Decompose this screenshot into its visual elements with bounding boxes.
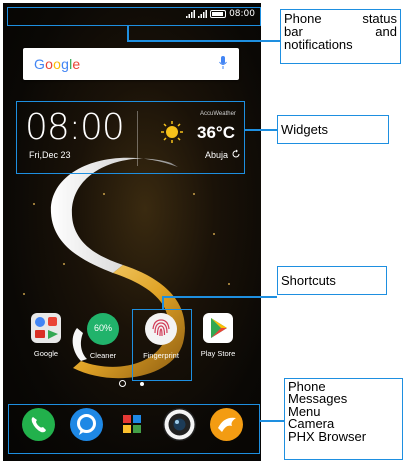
callout-text: notifications bbox=[284, 37, 353, 52]
highlight-shortcuts bbox=[132, 309, 192, 381]
highlight-dock bbox=[8, 404, 260, 454]
callout-widgets: Widgets bbox=[277, 115, 389, 144]
google-search-bar[interactable]: Google bbox=[23, 48, 239, 80]
page-indicator[interactable] bbox=[119, 380, 144, 387]
microphone-icon[interactable] bbox=[219, 56, 227, 70]
sparkle bbox=[213, 233, 215, 235]
highlight-widgets bbox=[16, 101, 245, 174]
google-logo: Google bbox=[34, 56, 81, 72]
callout-text: and bbox=[375, 24, 397, 39]
app-label: Play Store bbox=[200, 349, 236, 358]
app-label: Cleaner bbox=[89, 351, 117, 360]
page-dot-current[interactable] bbox=[119, 380, 126, 387]
phone-home-screen: 08:00 Google 08:00 Fri,Dec 23 AccuWeathe… bbox=[3, 3, 261, 461]
cleaner-percent: 60% bbox=[93, 323, 112, 333]
callout-dock: Phone Messages Menu Camera PHX Browser bbox=[284, 378, 403, 460]
callout-line bbox=[245, 129, 277, 131]
sparkle bbox=[228, 283, 230, 285]
callout-text: Widgets bbox=[281, 122, 328, 137]
callout-line bbox=[127, 40, 280, 42]
app-cleaner[interactable]: 60% Cleaner bbox=[75, 313, 131, 360]
page-dot[interactable] bbox=[140, 381, 144, 386]
app-google-folder[interactable]: Google bbox=[18, 313, 74, 358]
highlight-status-bar bbox=[7, 7, 261, 26]
callout-line bbox=[162, 296, 277, 298]
app-play-store[interactable]: Play Store bbox=[190, 313, 246, 358]
sparkle bbox=[23, 293, 25, 295]
callout-status-bar: Phone status bar and notifications bbox=[280, 9, 401, 64]
play-store-icon bbox=[203, 313, 233, 343]
cleaner-icon: 60% bbox=[87, 313, 119, 345]
callout-shortcuts: Shortcuts bbox=[277, 266, 387, 295]
callout-text: Shortcuts bbox=[281, 273, 336, 288]
app-label: Google bbox=[33, 349, 59, 358]
callout-line bbox=[127, 25, 129, 41]
callout-text: PHX Browser bbox=[288, 428, 367, 444]
google-folder-icon bbox=[31, 313, 61, 343]
callout-line bbox=[162, 296, 164, 309]
callout-line bbox=[260, 420, 284, 422]
annotated-phone-screenshot: 08:00 Google 08:00 Fri,Dec 23 AccuWeathe… bbox=[0, 0, 407, 464]
sparkle bbox=[33, 203, 35, 205]
